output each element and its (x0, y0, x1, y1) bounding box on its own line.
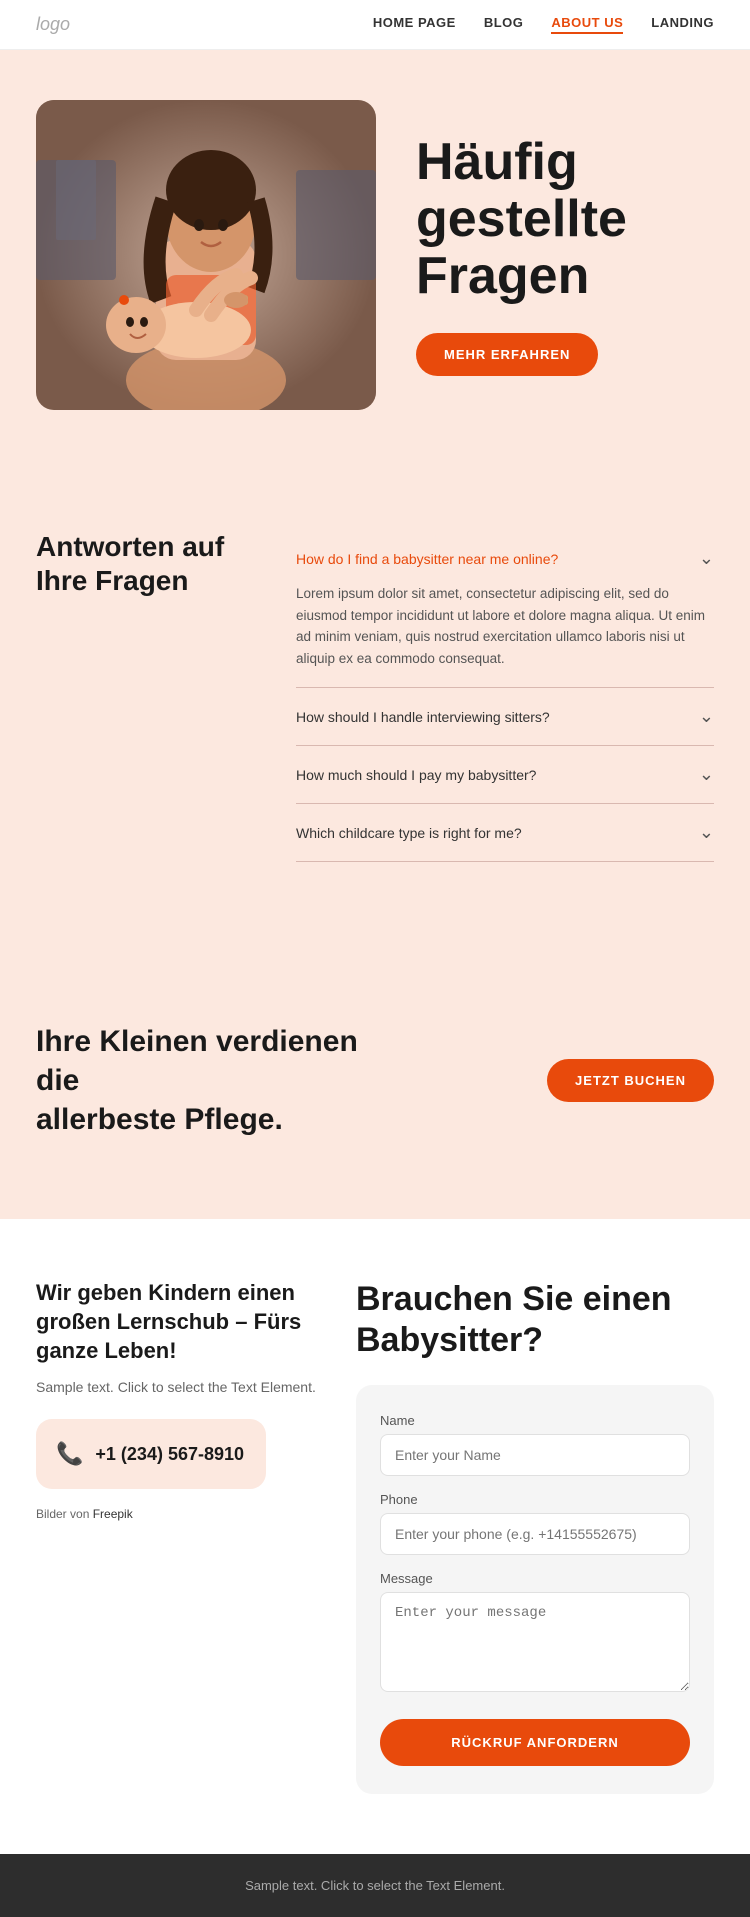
phone-input[interactable] (380, 1513, 690, 1555)
nav-about[interactable]: ABOUT US (551, 15, 623, 34)
chevron-up-icon: ⌄ (699, 548, 714, 569)
hero-title: Häufig gestellte Fragen (416, 134, 714, 306)
form-phone-group: Phone (380, 1492, 690, 1555)
cta-book-button[interactable]: JETZT BUCHEN (547, 1059, 714, 1102)
faq-item-3-header[interactable]: How much should I pay my babysitter? ⌄ (296, 764, 714, 785)
footer-text: Sample text. Click to select the Text El… (245, 1878, 505, 1893)
faq-item-4-header[interactable]: Which childcare type is right for me? ⌄ (296, 822, 714, 843)
navbar: logo HOME PAGE BLOG ABOUT US LANDING (0, 0, 750, 50)
name-label: Name (380, 1413, 690, 1428)
faq-question-3: How much should I pay my babysitter? (296, 767, 536, 783)
form-message-group: Message (380, 1571, 690, 1697)
form-name-group: Name (380, 1413, 690, 1476)
hero-image (36, 100, 376, 410)
contact-sample-text: Sample text. Click to select the Text El… (36, 1379, 316, 1395)
contact-form: Name Phone Message RÜCKRUF ANFORDERN (356, 1385, 714, 1794)
faq-item-3: How much should I pay my babysitter? ⌄ (296, 746, 714, 804)
faq-section-title: Antworten auf Ihre Fragen (36, 530, 256, 597)
phone-box: 📞 +1 (234) 567-8910 (36, 1419, 266, 1489)
faq-list: How do I find a babysitter near me onlin… (296, 530, 714, 862)
faq-item-2: How should I handle interviewing sitters… (296, 688, 714, 746)
faq-section: Antworten auf Ihre Fragen How do I find … (0, 470, 750, 942)
contact-left: Wir geben Kindern einen großen Lernschub… (36, 1279, 316, 1794)
phone-label: Phone (380, 1492, 690, 1507)
logo: logo (36, 14, 70, 35)
message-textarea[interactable] (380, 1592, 690, 1692)
freepik-credit: Bilder von Freepik (36, 1507, 316, 1521)
contact-right: Brauchen Sie einen Babysitter? Name Phon… (356, 1279, 714, 1794)
contact-section: Wir geben Kindern einen großen Lernschub… (0, 1219, 750, 1854)
cta-section: Ihre Kleinen verdienen die allerbeste Pf… (0, 942, 750, 1219)
hero-image-placeholder (36, 100, 376, 410)
chevron-down-icon-2: ⌄ (699, 706, 714, 727)
contact-left-title: Wir geben Kindern einen großen Lernschub… (36, 1279, 316, 1365)
faq-question-4: Which childcare type is right for me? (296, 825, 522, 841)
nav-home[interactable]: HOME PAGE (373, 15, 456, 34)
message-label: Message (380, 1571, 690, 1586)
nav-blog[interactable]: BLOG (484, 15, 524, 34)
chevron-down-icon-3: ⌄ (699, 764, 714, 785)
name-input[interactable] (380, 1434, 690, 1476)
faq-question-2: How should I handle interviewing sitters… (296, 709, 550, 725)
faq-item-1: How do I find a babysitter near me onlin… (296, 530, 714, 688)
hero-cta-button[interactable]: MEHR ERFAHREN (416, 333, 598, 376)
hero-svg (36, 100, 376, 410)
nav-landing[interactable]: LANDING (651, 15, 714, 34)
hero-text: Häufig gestellte Fragen MEHR ERFAHREN (416, 134, 714, 377)
faq-answer-1: Lorem ipsum dolor sit amet, consectetur … (296, 583, 714, 669)
phone-icon: 📞 (56, 1441, 83, 1467)
faq-item-2-header[interactable]: How should I handle interviewing sitters… (296, 706, 714, 727)
nav-links: HOME PAGE BLOG ABOUT US LANDING (373, 15, 714, 34)
faq-left: Antworten auf Ihre Fragen (36, 530, 256, 862)
cta-title: Ihre Kleinen verdienen die allerbeste Pf… (36, 1022, 386, 1139)
faq-item-4: Which childcare type is right for me? ⌄ (296, 804, 714, 862)
hero-section: Häufig gestellte Fragen MEHR ERFAHREN (0, 50, 750, 470)
faq-question-1: How do I find a babysitter near me onlin… (296, 551, 558, 567)
freepik-link[interactable]: Freepik (93, 1507, 133, 1521)
contact-right-title: Brauchen Sie einen Babysitter? (356, 1279, 714, 1361)
submit-button[interactable]: RÜCKRUF ANFORDERN (380, 1719, 690, 1766)
faq-item-1-header[interactable]: How do I find a babysitter near me onlin… (296, 548, 714, 569)
footer: Sample text. Click to select the Text El… (0, 1854, 750, 1917)
chevron-down-icon-4: ⌄ (699, 822, 714, 843)
phone-number: +1 (234) 567-8910 (95, 1444, 244, 1465)
